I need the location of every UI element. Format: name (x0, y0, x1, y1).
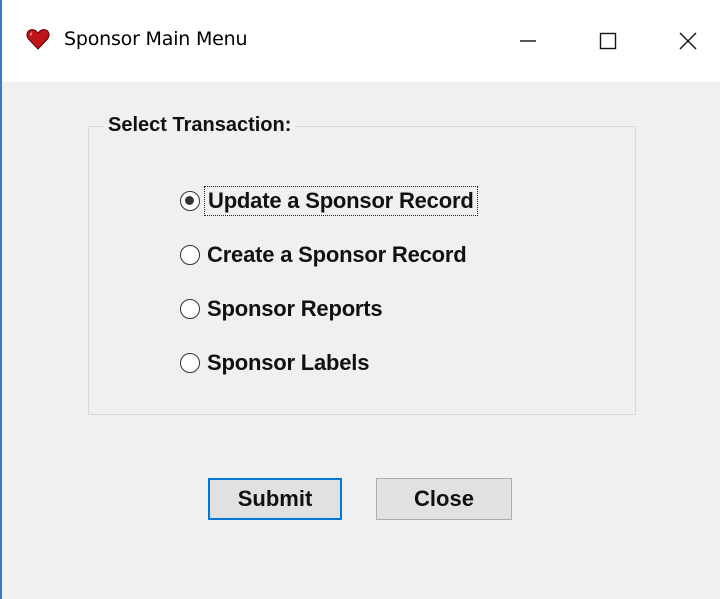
radio-sponsor-reports[interactable]: Sponsor Reports (180, 293, 385, 325)
close-icon (679, 32, 697, 50)
maximize-icon (599, 32, 617, 50)
maximize-button[interactable] (578, 18, 638, 64)
radio-sponsor-labels[interactable]: Sponsor Labels (180, 347, 372, 379)
radio-label[interactable]: Sponsor Labels (204, 349, 372, 377)
radio-button[interactable] (180, 299, 200, 319)
minimize-icon (520, 40, 536, 42)
minimize-button[interactable] (498, 18, 558, 64)
radio-label[interactable]: Sponsor Reports (204, 295, 385, 323)
radio-button[interactable] (180, 245, 200, 265)
radio-label[interactable]: Create a Sponsor Record (204, 241, 469, 269)
close-button[interactable]: Close (376, 478, 512, 520)
close-window-button[interactable] (658, 18, 718, 64)
sponsor-main-menu-window: Sponsor Main Menu Select Transaction: Up… (0, 0, 720, 599)
heart-icon (26, 28, 50, 50)
radio-create-sponsor-record[interactable]: Create a Sponsor Record (180, 239, 469, 271)
title-bar[interactable]: Sponsor Main Menu (2, 0, 720, 82)
radio-button[interactable] (180, 353, 200, 373)
radio-label[interactable]: Update a Sponsor Record (204, 186, 478, 216)
submit-button[interactable]: Submit (208, 478, 342, 520)
client-area: Select Transaction: Update a Sponsor Rec… (2, 82, 720, 599)
groupbox-legend: Select Transaction: (104, 114, 296, 137)
window-title: Sponsor Main Menu (64, 28, 248, 50)
radio-button-selected[interactable] (180, 191, 200, 211)
radio-update-sponsor-record[interactable]: Update a Sponsor Record (180, 185, 478, 217)
